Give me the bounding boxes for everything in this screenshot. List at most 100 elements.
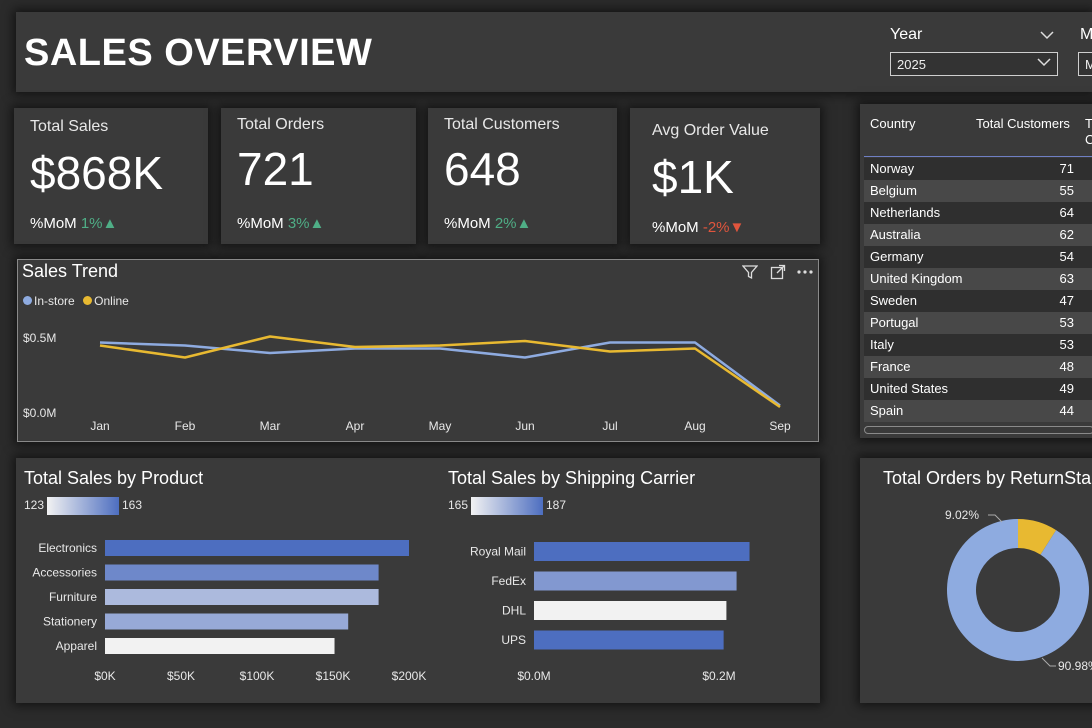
x-tick-label: May xyxy=(429,419,452,433)
sales-trend-visual[interactable]: Sales Trend In-store Online $0.5M $0.0M Ja… xyxy=(17,259,819,442)
header-panel: SALES OVERVIEW Year 2025 M M xyxy=(16,12,1092,92)
table-row[interactable]: Portugal 53 xyxy=(864,312,1092,334)
x-tick-label: Mar xyxy=(260,419,281,433)
kpi-mom-label: %MoM xyxy=(30,215,77,232)
line-chart: $0.5M $0.0M Jan Feb Mar Apr May Jun Jul Aug Sep xyxy=(23,331,791,433)
table-row[interactable]: France 48 xyxy=(864,356,1092,378)
x-tick-label: Jun xyxy=(515,419,534,433)
cell-total-customers: 64 xyxy=(1059,205,1074,220)
cell-country: Netherlands xyxy=(870,205,941,220)
table-row[interactable]: United States 49 xyxy=(864,378,1092,400)
arrow-down-icon: ▼ xyxy=(729,219,745,236)
kpi-mom: %MoM 2%▲ xyxy=(444,215,531,232)
year-dropdown[interactable]: 2025 xyxy=(890,52,1058,76)
cell-total-customers: 44 xyxy=(1059,403,1074,418)
arrow-up-icon: ▲ xyxy=(309,215,325,232)
cell-country: Spain xyxy=(870,403,904,418)
cell-country: France xyxy=(870,359,911,374)
cell-total-customers: 53 xyxy=(1059,337,1074,352)
table-row[interactable]: Belgium 55 xyxy=(864,180,1092,202)
kpi-mom: %MoM -2%▼ xyxy=(652,219,744,236)
kpi-mom-label: %MoM xyxy=(237,215,284,232)
x-tick-label: Jan xyxy=(90,419,109,433)
column-header-total-customers[interactable]: Total Customers xyxy=(976,116,1070,131)
bar[interactable] xyxy=(534,601,727,620)
cell-country: Italy xyxy=(870,337,894,352)
bar[interactable] xyxy=(534,630,724,650)
kpi-mom-value: 3% xyxy=(287,215,310,232)
table-row[interactable]: Germany 54 xyxy=(864,246,1092,268)
kpi-card-total-sales[interactable]: Total Sales $868K %MoM 1%▲ xyxy=(14,108,208,244)
kpi-card-total-orders[interactable]: Total Orders 721 %MoM 3%▲ xyxy=(221,108,416,244)
bar[interactable] xyxy=(105,564,379,581)
x-tick-label: Sep xyxy=(769,419,791,433)
x-tick-label: $0.2M xyxy=(702,669,735,683)
cell-country: Sweden xyxy=(870,293,917,308)
kpi-mom-label: %MoM xyxy=(444,215,491,232)
month-slicer-label: M xyxy=(1080,26,1092,43)
slice-label: 9.02% xyxy=(945,508,979,522)
kpi-value: 648 xyxy=(444,143,521,195)
return-status-visual[interactable]: Total Orders by ReturnSta 9.02%90.98% xyxy=(860,458,1092,703)
kpi-card-total-customers[interactable]: Total Customers 648 %MoM 2%▲ xyxy=(428,108,617,244)
category-label: Furniture xyxy=(49,590,97,604)
table-row[interactable]: Netherlands 64 xyxy=(864,202,1092,224)
carrier-bar-chart: Royal Mail FedEx DHL UPS $0.0M $0.2M xyxy=(470,542,750,683)
x-tick-label: $200K xyxy=(392,669,427,683)
bar[interactable] xyxy=(534,571,737,591)
bar[interactable] xyxy=(105,613,349,630)
x-tick-label: $100K xyxy=(240,669,275,683)
x-tick-label: $0K xyxy=(94,669,115,683)
country-table-visual[interactable]: Country Total Customers TC Norway 71 Belgi… xyxy=(860,104,1092,438)
chevron-down-icon xyxy=(1037,56,1051,70)
cell-total-customers: 48 xyxy=(1059,359,1074,374)
chevron-down-icon[interactable] xyxy=(1040,28,1054,43)
month-dropdown[interactable]: M xyxy=(1078,52,1092,76)
arrow-up-icon: ▲ xyxy=(516,215,532,232)
column-header-truncated[interactable]: TC xyxy=(1085,116,1092,148)
arrow-up-icon: ▲ xyxy=(102,215,118,232)
table-row[interactable]: Norway 71 xyxy=(864,158,1092,180)
cell-total-customers: 53 xyxy=(1059,315,1074,330)
series-line-instore[interactable] xyxy=(99,341,781,407)
table-row[interactable]: Australia 62 xyxy=(864,224,1092,246)
kpi-mom-value: -2% xyxy=(702,219,730,236)
bar[interactable] xyxy=(105,638,335,654)
kpi-mom: %MoM 3%▲ xyxy=(237,215,324,232)
category-label: Royal Mail xyxy=(470,545,526,559)
month-dropdown-value: M xyxy=(1085,57,1092,72)
kpi-mom-value: 2% xyxy=(494,215,517,232)
header-divider xyxy=(864,156,1092,157)
cell-total-customers: 47 xyxy=(1059,293,1074,308)
kpi-mom: %MoM 1%▲ xyxy=(30,215,117,232)
table-row[interactable]: Sweden 47 xyxy=(864,290,1092,312)
year-slicer-label: Year xyxy=(890,26,923,43)
kpi-title: Total Orders xyxy=(237,116,325,133)
kpi-value: $868K xyxy=(30,147,164,199)
leader-line xyxy=(988,514,1003,523)
cell-total-customers: 71 xyxy=(1059,161,1074,176)
product-bar-chart: Electronics Accessories Furniture Stationer… xyxy=(32,540,427,683)
x-tick-label: $150K xyxy=(316,669,351,683)
bar[interactable] xyxy=(534,542,750,561)
kpi-value: $1K xyxy=(652,151,734,203)
kpi-value: 721 xyxy=(237,143,314,195)
kpi-mom-value: 1% xyxy=(80,215,103,232)
column-header-country[interactable]: Country xyxy=(870,116,916,131)
y-tick-label: $0.5M xyxy=(23,331,56,345)
x-tick-label: Aug xyxy=(684,419,705,433)
bar[interactable] xyxy=(105,589,379,605)
table-row[interactable]: United Kingdom 63 xyxy=(864,268,1092,290)
table-row[interactable]: Spain 44 xyxy=(864,400,1092,422)
y-tick-label: $0.0M xyxy=(23,406,56,420)
donut-slice[interactable] xyxy=(947,519,1089,661)
bottom-bar-charts-panel: Total Sales by Product 123 163 Electroni… xyxy=(16,458,820,703)
table-row[interactable]: Italy 53 xyxy=(864,334,1092,356)
page-title: SALES OVERVIEW xyxy=(24,32,373,74)
cell-total-customers: 49 xyxy=(1059,381,1074,396)
x-tick-label: Feb xyxy=(175,419,196,433)
bar[interactable] xyxy=(105,540,409,556)
kpi-card-avg-order-value[interactable]: Avg Order Value $1K %MoM -2%▼ xyxy=(630,108,820,244)
x-tick-label: $50K xyxy=(167,669,195,683)
horizontal-scrollbar[interactable] xyxy=(864,426,1092,434)
